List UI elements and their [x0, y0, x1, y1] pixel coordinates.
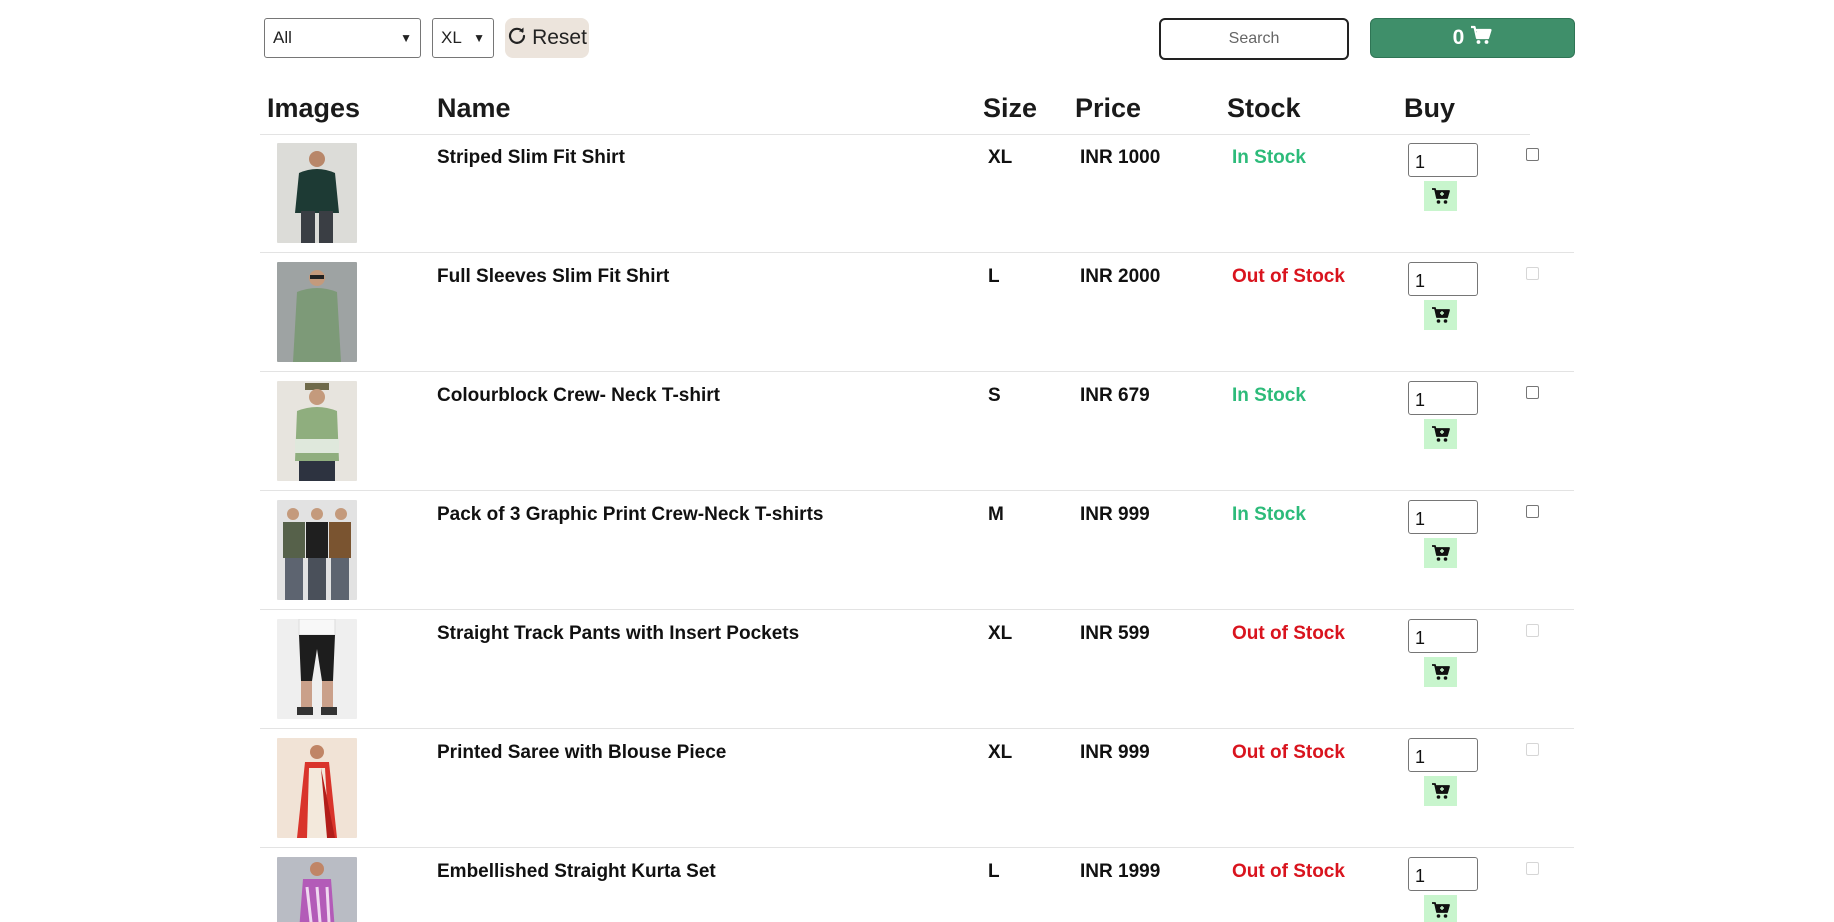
cart-icon — [1431, 783, 1450, 799]
product-image — [277, 143, 357, 243]
reset-button[interactable]: Reset — [505, 18, 589, 58]
product-image — [277, 262, 357, 362]
select-checkbox[interactable] — [1526, 267, 1539, 280]
cart-icon — [1431, 664, 1450, 680]
cart-icon — [1431, 188, 1450, 204]
size-select-value: XL — [441, 28, 462, 47]
product-image — [277, 500, 357, 600]
product-size: L — [988, 861, 1000, 882]
reset-label: Reset — [532, 26, 587, 49]
table-header: Images Name Size Price Stock Buy — [260, 88, 1530, 135]
table-row: Printed Saree with Blouse Piece XL INR 9… — [260, 729, 1574, 848]
quantity-input[interactable]: 1 — [1408, 738, 1478, 772]
table-row: Pack of 3 Graphic Print Crew-Neck T-shir… — [260, 491, 1574, 610]
add-to-cart-button[interactable] — [1424, 300, 1457, 330]
select-checkbox[interactable] — [1526, 386, 1539, 399]
quantity-input[interactable]: 1 — [1408, 857, 1478, 891]
table-row: Striped Slim Fit Shirt XL INR 1000 In St… — [260, 134, 1574, 253]
product-name: Striped Slim Fit Shirt — [437, 147, 625, 168]
category-select[interactable]: All ▼ — [264, 18, 421, 58]
category-select-value: All — [273, 28, 292, 47]
product-name: Straight Track Pants with Insert Pockets — [437, 623, 800, 644]
cart-button[interactable]: 0 — [1370, 18, 1575, 58]
product-image — [277, 381, 357, 481]
product-size: L — [988, 266, 1000, 287]
product-name: Printed Saree with Blouse Piece — [437, 742, 727, 763]
size-select[interactable]: XL ▼ — [432, 18, 494, 58]
stock-status: In Stock — [1232, 147, 1306, 168]
refresh-icon — [507, 25, 527, 51]
chevron-down-icon: ▼ — [473, 31, 485, 45]
product-page: All ▼ XL ▼ Reset Search 0 Images Name Si… — [0, 0, 1834, 922]
product-price: INR 1000 — [1080, 147, 1161, 168]
stock-status: In Stock — [1232, 385, 1306, 406]
cart-icon — [1431, 545, 1450, 561]
product-size: XL — [988, 742, 1013, 763]
quantity-input[interactable]: 1 — [1408, 381, 1478, 415]
product-size: S — [988, 385, 1001, 406]
quantity-input[interactable]: 1 — [1408, 619, 1478, 653]
quantity-input[interactable]: 1 — [1408, 262, 1478, 296]
add-to-cart-button[interactable] — [1424, 419, 1457, 449]
product-table-body: Striped Slim Fit Shirt XL INR 1000 In St… — [260, 134, 1574, 922]
product-size: XL — [988, 147, 1013, 168]
select-checkbox[interactable] — [1526, 624, 1539, 637]
product-price: INR 2000 — [1080, 266, 1161, 287]
add-to-cart-button[interactable] — [1424, 895, 1457, 922]
header-stock: Stock — [1227, 93, 1301, 123]
chevron-down-icon: ▼ — [400, 31, 412, 45]
stock-status: Out of Stock — [1232, 266, 1345, 287]
table-row: Colourblock Crew- Neck T-shirt S INR 679… — [260, 372, 1574, 491]
product-price: INR 679 — [1080, 385, 1150, 406]
stock-status: Out of Stock — [1232, 623, 1345, 644]
header-size: Size — [983, 93, 1038, 123]
quantity-input[interactable]: 1 — [1408, 500, 1478, 534]
product-image — [277, 619, 357, 719]
product-name: Full Sleeves Slim Fit Shirt — [437, 266, 670, 287]
header-price: Price — [1075, 93, 1142, 123]
product-price: INR 999 — [1080, 742, 1150, 763]
add-to-cart-button[interactable] — [1424, 657, 1457, 687]
select-checkbox[interactable] — [1526, 862, 1539, 875]
select-checkbox[interactable] — [1526, 743, 1539, 756]
quantity-input[interactable]: 1 — [1408, 143, 1478, 177]
add-to-cart-button[interactable] — [1424, 538, 1457, 568]
header-buy: Buy — [1404, 93, 1456, 123]
select-checkbox[interactable] — [1526, 505, 1539, 518]
cart-icon — [1431, 426, 1450, 442]
cart-icon — [1431, 902, 1450, 918]
header-name: Name — [437, 93, 511, 123]
product-image — [277, 857, 357, 922]
stock-status: Out of Stock — [1232, 742, 1345, 763]
cart-icon — [1431, 307, 1450, 323]
product-image — [277, 738, 357, 838]
table-row: Full Sleeves Slim Fit Shirt L INR 2000 O… — [260, 253, 1574, 372]
stock-status: Out of Stock — [1232, 861, 1345, 882]
product-size: XL — [988, 623, 1013, 644]
product-name: Pack of 3 Graphic Print Crew-Neck T-shir… — [437, 504, 824, 525]
product-price: INR 599 — [1080, 623, 1150, 644]
product-price: INR 999 — [1080, 504, 1150, 525]
search-input[interactable]: Search — [1159, 18, 1349, 60]
add-to-cart-button[interactable] — [1424, 181, 1457, 211]
select-checkbox[interactable] — [1526, 148, 1539, 161]
product-price: INR 1999 — [1080, 861, 1161, 882]
table-row: Embellished Straight Kurta Set L INR 199… — [260, 848, 1574, 922]
cart-icon — [1470, 25, 1492, 51]
cart-count: 0 — [1452, 26, 1465, 49]
header-images: Images — [267, 93, 361, 123]
table-row: Straight Track Pants with Insert Pockets… — [260, 610, 1574, 729]
product-size: M — [988, 504, 1004, 525]
stock-status: In Stock — [1232, 504, 1306, 525]
product-name: Colourblock Crew- Neck T-shirt — [437, 385, 720, 406]
product-name: Embellished Straight Kurta Set — [437, 861, 716, 882]
add-to-cart-button[interactable] — [1424, 776, 1457, 806]
